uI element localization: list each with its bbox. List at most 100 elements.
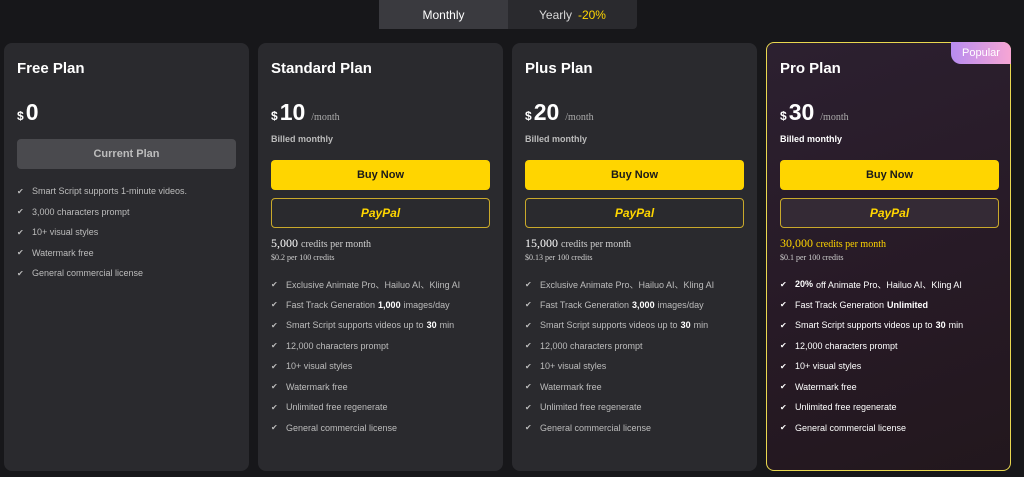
plan-price: $ 10 /month — [271, 99, 340, 126]
buy-now-button[interactable]: Buy Now — [780, 160, 999, 190]
check-icon: ✔ — [780, 320, 787, 330]
check-icon: ✔ — [525, 300, 532, 310]
feature-text: Unlimited free regenerate — [540, 402, 642, 413]
credits-info: 15,000 credits per month $0.13 per 100 c… — [525, 236, 631, 262]
feature-item: ✔ General commercial license — [271, 418, 460, 439]
feature-text-suffix: images/day — [657, 299, 704, 310]
billing-note: Billed monthly — [271, 134, 334, 144]
price-currency: $ — [271, 109, 278, 123]
feature-highlight: 3,000 — [632, 299, 655, 310]
feature-item: ✔ Fast Track Generation 1,000 images/day — [271, 295, 460, 316]
feature-item: ✔ 10+ visual styles — [271, 356, 460, 377]
credits-rate: $0.1 per 100 credits — [780, 253, 844, 262]
feature-text-suffix: images/day — [403, 299, 450, 310]
feature-highlight: 30 — [426, 320, 437, 331]
feature-item: ✔ Smart Script supports videos up to 30 min — [271, 315, 460, 336]
monthly-tab-label: Monthly — [422, 7, 465, 22]
check-icon: ✔ — [271, 402, 278, 412]
feature-text: 12,000 characters prompt — [286, 340, 389, 351]
price-period: /month — [311, 112, 340, 123]
billing-note: Billed monthly — [525, 134, 588, 144]
feature-highlight: 1,000 — [378, 299, 401, 310]
credits-label: credits per month — [561, 239, 631, 250]
feature-item: ✔ 12,000 characters prompt — [525, 336, 714, 357]
yearly-discount-badge: -20% — [577, 7, 606, 22]
standard-plan-card: Standard Plan $ 10 /month Billed monthly… — [258, 43, 503, 471]
feature-text: Smart Script supports videos up to — [286, 320, 424, 331]
feature-text: 3,000 characters prompt — [32, 206, 130, 217]
feature-item: ✔ Fast Track Generation 3,000 images/day — [525, 295, 714, 316]
check-icon: ✔ — [17, 268, 24, 278]
plan-title: Free Plan — [17, 60, 85, 77]
price-amount: 20 — [533, 99, 560, 125]
credits-amount: 30,000 — [780, 236, 813, 250]
feature-item: ✔ 12,000 characters prompt — [780, 336, 963, 357]
feature-text: 10+ visual styles — [795, 361, 862, 372]
feature-item: ✔ Exclusive Animate Pro、Hailuo AI、Kling A… — [525, 274, 714, 295]
feature-text: Smart Script supports videos up to — [795, 320, 933, 331]
plus-plan-card: Plus Plan $ 20 /month Billed monthly Buy… — [512, 43, 757, 471]
buy-now-button[interactable]: Buy Now — [271, 160, 490, 190]
credits-info: 30,000 credits per month $0.1 per 100 cr… — [780, 236, 886, 262]
check-icon: ✔ — [525, 382, 532, 392]
plan-price: $ 30 /month — [780, 99, 849, 126]
check-icon: ✔ — [780, 279, 787, 289]
feature-item: ✔ General commercial license — [525, 418, 714, 439]
buy-now-button[interactable]: Buy Now — [525, 160, 744, 190]
credits-amount: 5,000 — [271, 236, 298, 250]
current-plan-button[interactable]: Current Plan — [17, 139, 236, 169]
feature-text: Smart Script supports videos up to — [540, 320, 678, 331]
price-period: /month — [820, 112, 849, 123]
feature-text: General commercial license — [540, 422, 652, 433]
feature-highlight: 20% — [795, 279, 814, 290]
price-period: /month — [565, 112, 594, 123]
feature-text: Fast Track Generation — [795, 299, 885, 310]
monthly-tab[interactable]: Monthly — [379, 0, 508, 29]
check-icon: ✔ — [780, 300, 787, 310]
check-icon: ✔ — [780, 361, 787, 371]
price-currency: $ — [525, 109, 532, 123]
price-currency: $ — [780, 109, 787, 123]
check-icon: ✔ — [271, 279, 278, 289]
plan-title: Plus Plan — [525, 60, 593, 77]
check-icon: ✔ — [271, 341, 278, 351]
feature-item: ✔ Unlimited free regenerate — [780, 397, 963, 418]
feature-item: ✔ Watermark free — [525, 377, 714, 398]
billing-note: Billed monthly — [780, 134, 843, 144]
feature-item: ✔ Watermark free — [780, 377, 963, 398]
check-icon: ✔ — [271, 361, 278, 371]
credits-amount: 15,000 — [525, 236, 558, 250]
check-icon: ✔ — [17, 227, 24, 237]
feature-list: ✔ Exclusive Animate Pro、Hailuo AI、Kling A… — [525, 274, 714, 438]
feature-text: Watermark free — [540, 381, 602, 392]
paypal-button[interactable]: PayPal — [780, 198, 999, 228]
feature-item: ✔ Smart Script supports videos up to 30 min — [525, 315, 714, 336]
feature-text: Unlimited free regenerate — [286, 402, 388, 413]
feature-item: ✔ Exclusive Animate Pro、Hailuo AI、Kling A… — [271, 274, 460, 295]
feature-text: General commercial license — [795, 422, 907, 433]
check-icon: ✔ — [271, 320, 278, 330]
feature-item: ✔ 3,000 characters prompt — [17, 202, 187, 223]
feature-text: Smart Script supports 1-minute videos. — [32, 186, 188, 197]
feature-text-suffix: off Animate Pro、Hailuo AI、Kling AI — [816, 279, 962, 290]
feature-text: 10+ visual styles — [32, 227, 99, 238]
feature-list: ✔ Smart Script supports 1-minute videos. … — [17, 181, 187, 284]
check-icon: ✔ — [780, 423, 787, 433]
feature-text: Watermark free — [32, 247, 94, 258]
feature-item: ✔ 10+ visual styles — [780, 356, 963, 377]
feature-text: 12,000 characters prompt — [795, 340, 898, 351]
feature-list: ✔ 20% off Animate Pro、Hailuo AI、Kling AI ✔… — [780, 274, 963, 438]
feature-text-suffix: min — [439, 320, 455, 331]
feature-item: ✔ Fast Track Generation Unlimited — [780, 295, 963, 316]
plan-title: Standard Plan — [271, 60, 372, 77]
paypal-button[interactable]: PayPal — [525, 198, 744, 228]
check-icon: ✔ — [525, 279, 532, 289]
yearly-tab[interactable]: Yearly -20% — [508, 0, 637, 29]
price-amount: 30 — [788, 99, 815, 125]
popular-badge: Popular — [951, 42, 1011, 64]
feature-item: ✔ Unlimited free regenerate — [525, 397, 714, 418]
check-icon: ✔ — [17, 207, 24, 217]
yearly-tab-label: Yearly — [539, 7, 572, 22]
paypal-button[interactable]: PayPal — [271, 198, 490, 228]
credits-info: 5,000 credits per month $0.2 per 100 cre… — [271, 236, 371, 262]
